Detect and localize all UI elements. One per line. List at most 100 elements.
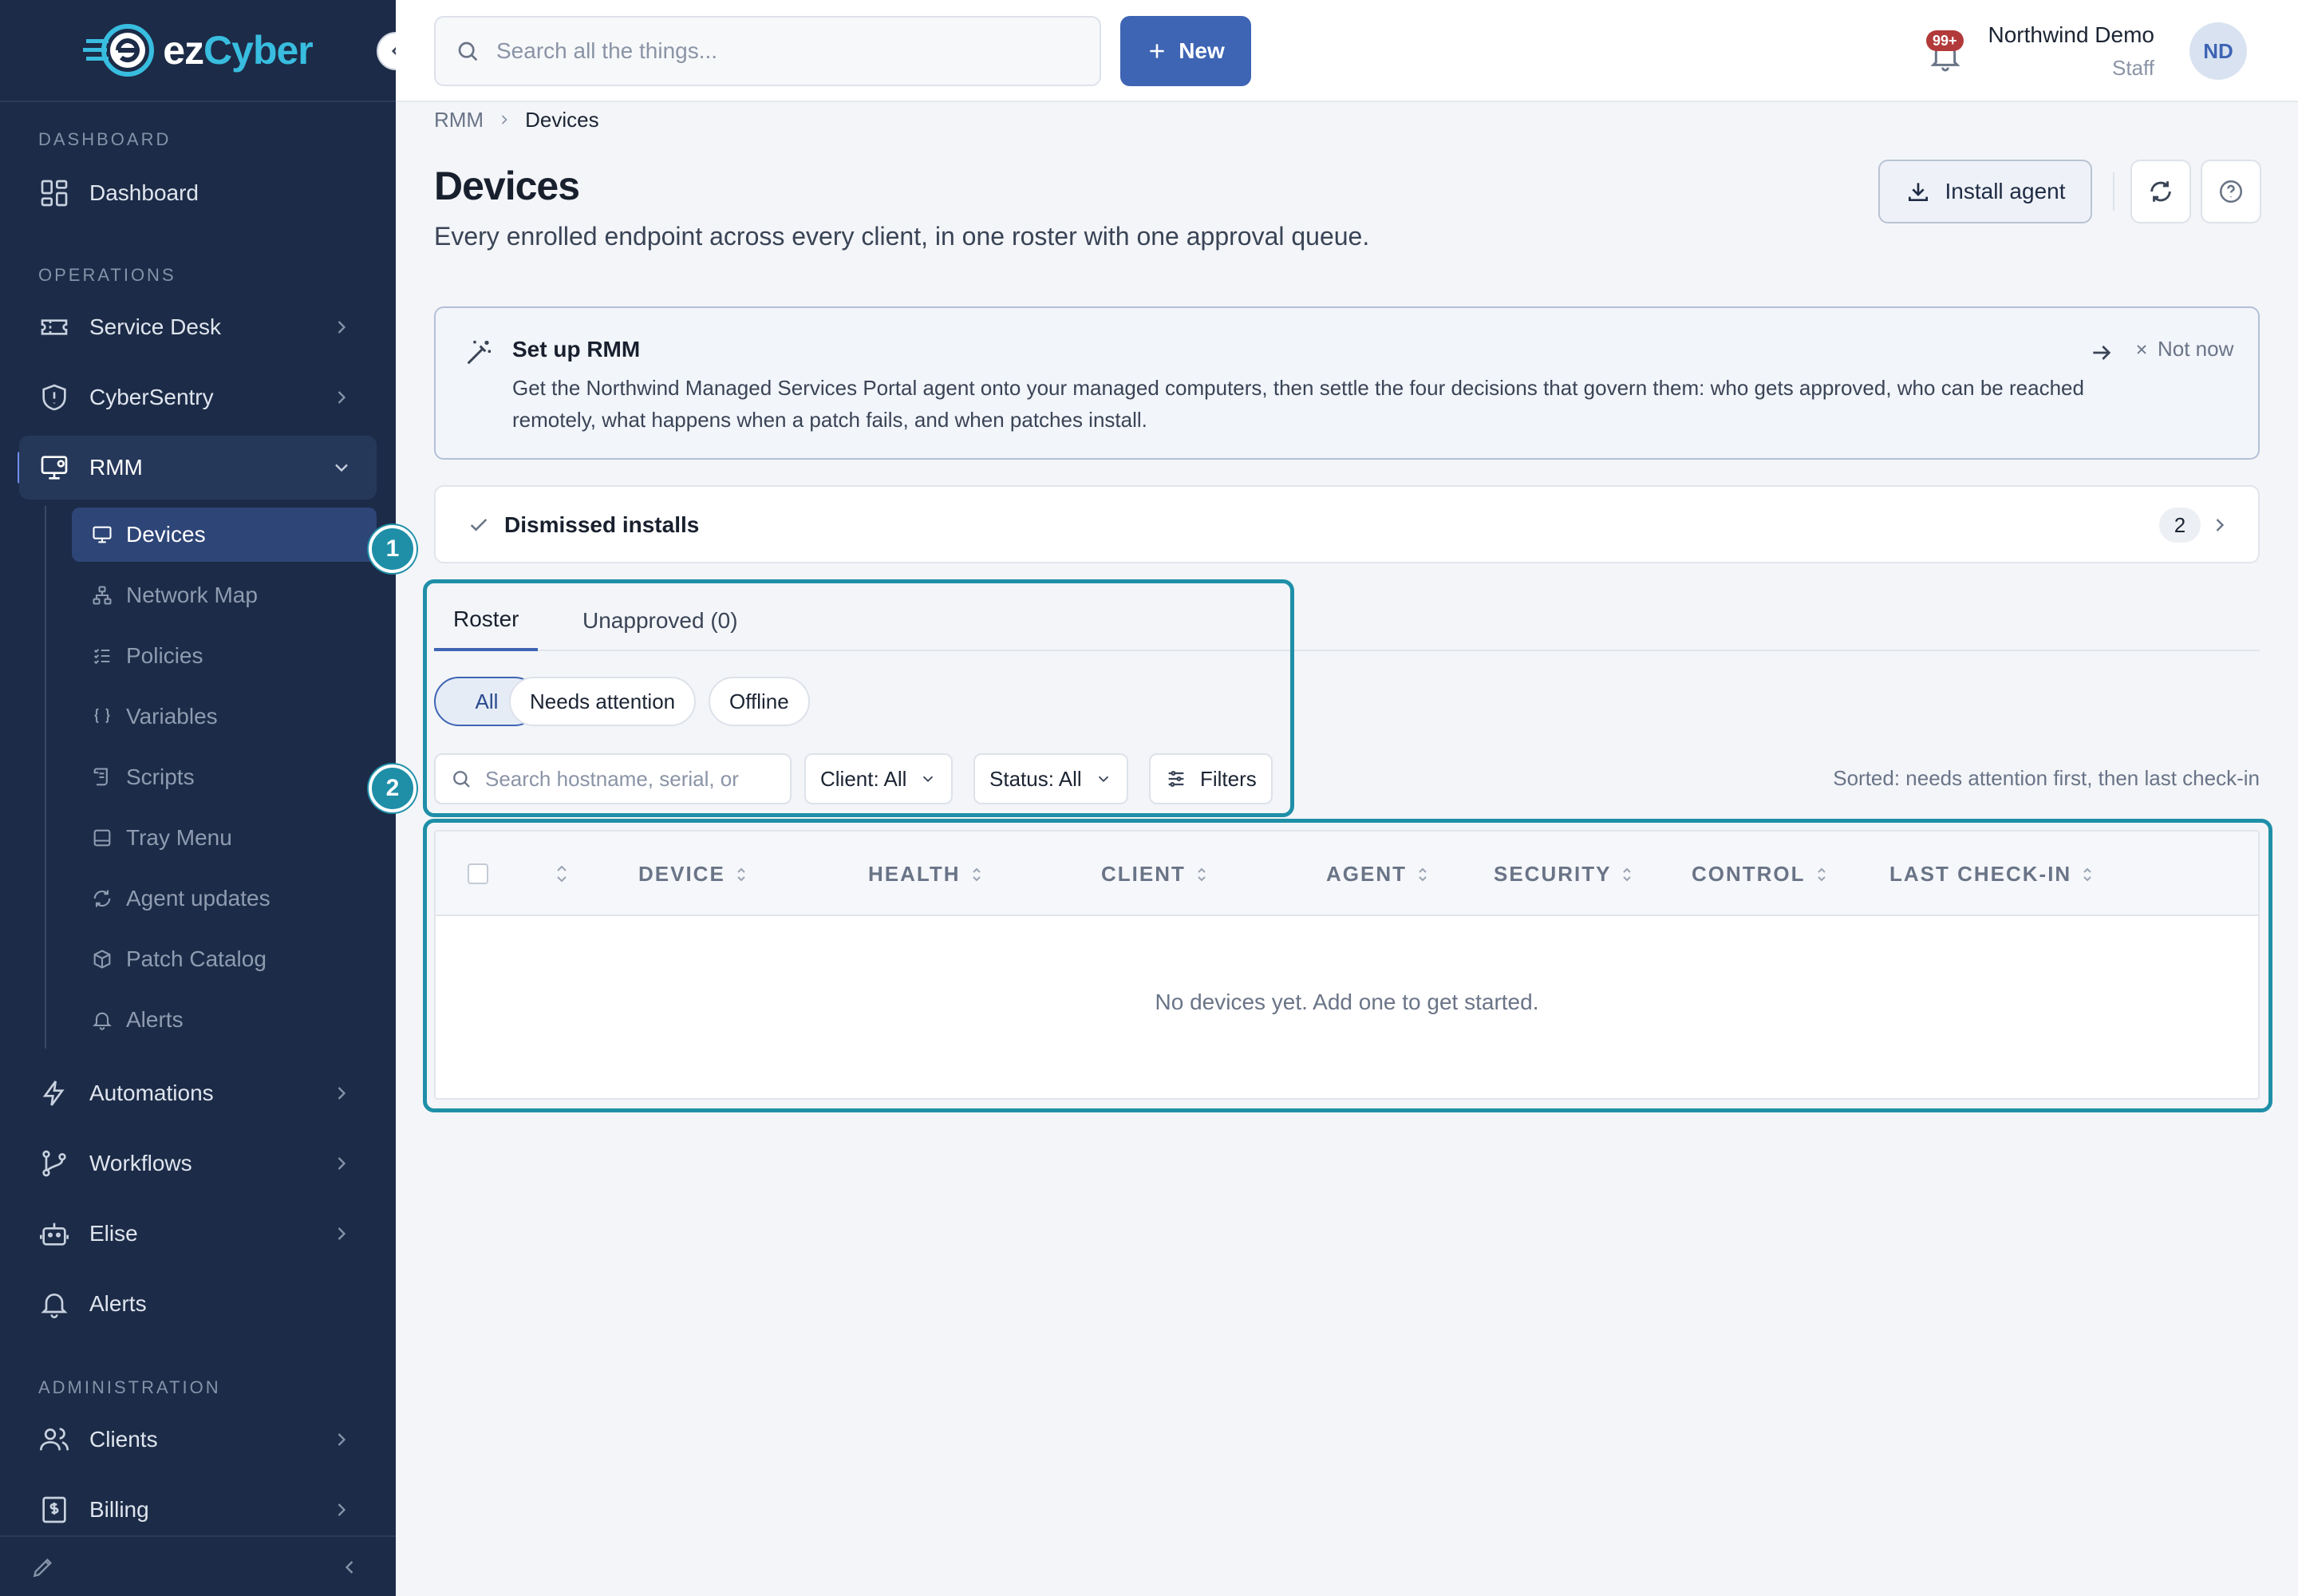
avatar[interactable]: ND — [2189, 22, 2247, 80]
network-icon — [93, 586, 112, 605]
sidebar-subitem-network-map[interactable]: Network Map — [72, 568, 377, 622]
chevron-right-icon — [338, 1433, 346, 1446]
chevron-right-icon — [338, 1087, 346, 1100]
breadcrumb: RMM Devices — [434, 105, 599, 134]
bell-icon — [93, 1012, 112, 1030]
chevron-right-icon — [502, 115, 507, 124]
sidebar-subitem-label: Patch Catalog — [126, 946, 267, 971]
sidebar-item-label: Billing — [89, 1497, 149, 1522]
logo-accent: Cyber — [203, 28, 314, 73]
sidebar-item-label: Elise — [89, 1221, 138, 1246]
sidebar-item-label: Dashboard — [89, 180, 199, 205]
sidebar-footer — [0, 1535, 396, 1596]
sidebar-item-billing[interactable]: Billing — [19, 1478, 377, 1542]
user-menu[interactable]: Northwind Demo Staff — [1988, 22, 2154, 81]
search-icon — [458, 41, 478, 61]
sidebar-subitem-scripts[interactable]: Scripts — [72, 750, 377, 804]
sidebar-item-clients[interactable]: Clients — [19, 1408, 377, 1472]
user-role: Staff — [2111, 56, 2154, 80]
chevron-right-icon — [2216, 519, 2225, 531]
install-agent-button[interactable]: Install agent — [1878, 160, 2092, 223]
section-label-operations: OPERATIONS — [38, 265, 176, 285]
lightning-icon — [42, 1080, 65, 1106]
sort-description: Sorted: needs attention first, then last… — [1833, 766, 2260, 790]
sidebar-item-label: Service Desk — [89, 314, 221, 339]
tray-icon — [93, 829, 111, 847]
sidebar-item-label: Clients — [89, 1427, 158, 1452]
annotation-box-2 — [423, 819, 2272, 1112]
monitor-cog-icon — [41, 456, 68, 480]
logo-text: ezCyber — [163, 27, 314, 73]
sidebar-item-cybersentry[interactable]: CyberSentry — [19, 365, 377, 429]
sidebar-subitem-alerts[interactable]: Alerts — [72, 993, 377, 1047]
sidebar-subitem-label: Network Map — [126, 583, 258, 607]
refresh-button[interactable] — [2130, 160, 2191, 223]
install-agent-label: Install agent — [1945, 179, 2066, 203]
sidebar-subitem-label: Variables — [126, 704, 218, 729]
close-icon — [2137, 344, 2146, 354]
dismissed-count-badge: 2 — [2159, 508, 2201, 543]
toolbar-divider — [2113, 172, 2114, 211]
sidebar-subitem-patch-catalog[interactable]: Patch Catalog — [72, 932, 377, 986]
section-label-administration: ADMINISTRATION — [38, 1377, 221, 1397]
new-button[interactable]: New — [1120, 16, 1251, 86]
refresh-icon — [2150, 181, 2171, 202]
sidebar-item-elise[interactable]: Elise — [19, 1202, 377, 1266]
monitor-icon — [93, 526, 112, 543]
chevron-right-icon — [338, 1227, 346, 1240]
top-bar: New 99+ Northwind Demo Staff ND — [396, 0, 2298, 102]
sidebar-item-workflows[interactable]: Workflows — [19, 1132, 377, 1195]
magic-wand-icon — [467, 341, 491, 365]
pencil-icon[interactable] — [30, 1555, 56, 1580]
sidebar-subitem-label: Devices — [126, 522, 206, 547]
notifications-button[interactable]: 99+ — [1917, 27, 1971, 75]
dismissed-installs-panel[interactable]: Dismissed installs 2 — [434, 485, 2260, 563]
collapse-sidebar-icon[interactable] — [338, 1556, 361, 1578]
download-icon — [1908, 183, 1928, 201]
sidebar-item-rmm[interactable]: RMM — [19, 436, 377, 500]
bell-icon — [41, 1294, 68, 1318]
sidebar-item-automations[interactable]: Automations — [19, 1061, 377, 1125]
sidebar-item-label: Workflows — [89, 1151, 192, 1175]
sidebar-subitem-label: Agent updates — [126, 886, 270, 911]
sidebar-subitem-devices[interactable]: Devices — [72, 508, 377, 562]
annotation-marker-1: 1 — [369, 525, 417, 573]
sidebar-subitem-label: Alerts — [126, 1007, 184, 1032]
chevron-right-icon — [338, 391, 346, 404]
submenu-guide-line — [45, 506, 46, 1049]
dismissed-installs-label: Dismissed installs — [504, 512, 700, 537]
package-icon — [93, 950, 111, 969]
sidebar-item-alerts[interactable]: Alerts — [19, 1272, 377, 1336]
sidebar-item-service-desk[interactable]: Service Desk — [19, 295, 377, 359]
help-circle-icon — [2219, 180, 2243, 203]
sidebar-subitem-label: Policies — [126, 643, 203, 668]
setup-title: Set up RMM — [512, 337, 641, 361]
sidebar-subitem-label: Tray Menu — [126, 825, 232, 850]
sidebar-item-label: CyberSentry — [89, 385, 214, 409]
sidebar-item-dashboard[interactable]: Dashboard — [19, 161, 377, 225]
sidebar-subitem-policies[interactable]: Policies — [72, 629, 377, 683]
user-name: Northwind Demo — [1988, 22, 2154, 47]
not-now-button[interactable]: Not now — [2134, 337, 2233, 361]
sidebar-item-label: Alerts — [89, 1291, 147, 1316]
chevron-down-icon — [335, 464, 348, 472]
arrow-right-icon[interactable] — [2089, 340, 2114, 365]
sidebar-subitem-label: Scripts — [126, 764, 195, 789]
chevron-right-icon — [338, 1157, 346, 1170]
logo-bar: ezCyber — [0, 0, 396, 102]
global-search[interactable] — [434, 16, 1101, 86]
breadcrumb-parent[interactable]: RMM — [434, 108, 484, 132]
help-button[interactable] — [2201, 160, 2261, 223]
users-icon — [40, 1428, 69, 1451]
sidebar-subitem-variables[interactable]: Variables — [72, 689, 377, 744]
chevron-right-icon — [338, 1503, 346, 1516]
global-search-input[interactable] — [496, 38, 1071, 64]
braces-icon — [94, 708, 110, 724]
sidebar-subitem-tray-menu[interactable]: Tray Menu — [72, 811, 377, 865]
refresh-icon — [93, 890, 111, 907]
brand-logo[interactable]: ezCyber — [83, 22, 314, 79]
ticket-icon — [41, 319, 68, 335]
setup-description: Get the Northwind Managed Services Porta… — [512, 376, 2084, 432]
sidebar-subitem-agent-updates[interactable]: Agent updates — [72, 871, 377, 926]
sidebar: ezCyber DASHBOARD Dashboard OPERATIONS S… — [0, 0, 396, 1596]
